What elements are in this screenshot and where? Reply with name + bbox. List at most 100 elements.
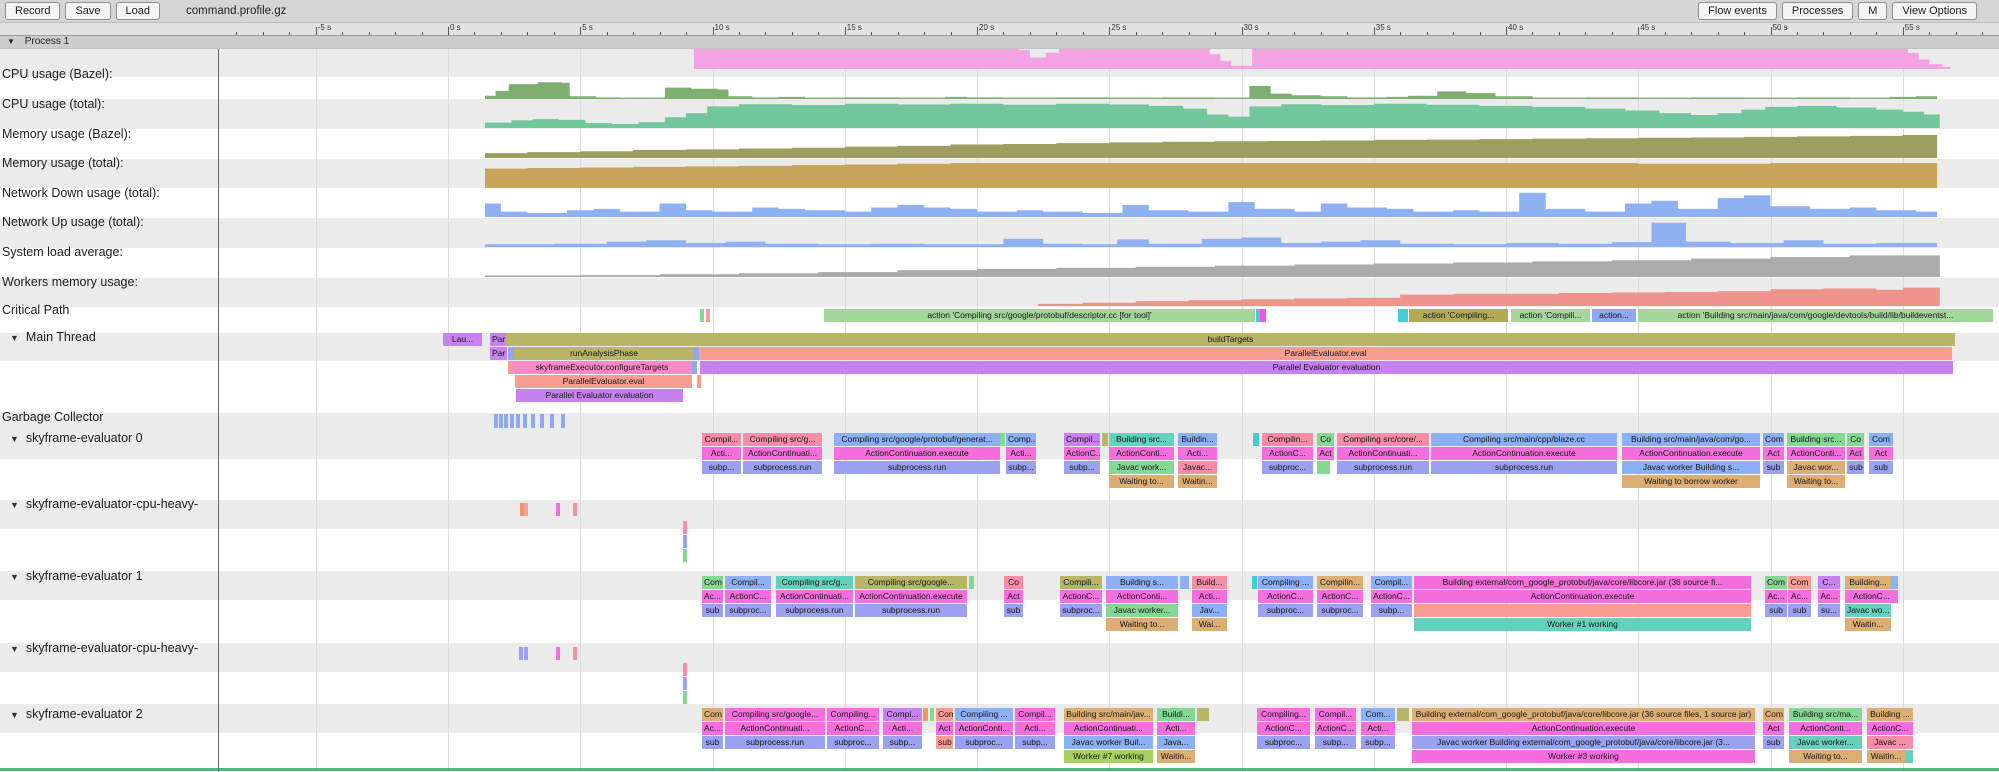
skyframe-evaluator-0-bar[interactable] (1253, 433, 1259, 446)
skyframe-evaluator-2-bar[interactable]: Acti... (1015, 722, 1055, 735)
skyframe-evaluator-1-bar[interactable]: subproc... (1258, 604, 1313, 617)
critical-path-bar[interactable] (706, 309, 710, 322)
skyframe-evaluator-2-bar[interactable]: Worker #7 working (1064, 750, 1153, 763)
skyframe-evaluator-1-bar[interactable]: sub (1004, 604, 1023, 617)
track-label-skyframe-evaluator-cpu-heavy[interactable]: ▼skyframe-evaluator-cpu-heavy- (4, 497, 198, 511)
garbage-collector-bar[interactable] (561, 414, 565, 428)
skyframe-evaluator-0-bar[interactable]: Waiting to... (1787, 475, 1845, 488)
skyframe-evaluator-0-bar[interactable]: Act (1317, 447, 1334, 460)
skyframe-evaluator-1-bar[interactable] (1180, 576, 1189, 589)
skyframe-evaluator-1-bar[interactable]: subprocess.run (855, 604, 967, 617)
skyframe-evaluator-2-bar[interactable]: Javac worker Building external/com_googl… (1412, 736, 1755, 749)
flow-events-button[interactable]: Flow events (1698, 2, 1777, 20)
skyframe-evaluator-cpu-heavy-1-bar[interactable] (524, 503, 528, 516)
load-button[interactable]: Load (116, 2, 160, 20)
skyframe-evaluator-cpu-heavy-1-bar[interactable] (556, 503, 560, 516)
critical-path-bar[interactable] (700, 309, 704, 322)
garbage-collector-bar[interactable] (531, 414, 535, 428)
main-thread-bar[interactable]: ParallelEvaluator.eval (699, 347, 1952, 360)
main-thread-bar[interactable]: runAnalysisPhase (514, 347, 694, 360)
garbage-collector-bar[interactable] (523, 414, 527, 428)
skyframe-evaluator-2-bar[interactable]: Worker #3 working (1412, 750, 1755, 763)
main-thread-bar[interactable]: Lau... (443, 333, 482, 346)
skyframe-evaluator-0-bar[interactable]: sub (1763, 461, 1784, 474)
skyframe-evaluator-0-bar[interactable]: Building src/main/java/com/go... (1622, 433, 1760, 446)
garbage-collector-bar[interactable] (499, 414, 503, 428)
skyframe-evaluator-1-bar[interactable]: sub (1788, 604, 1811, 617)
skyframe-evaluator-2-bar[interactable]: Compiling ... (955, 708, 1013, 721)
skyframe-evaluator-1-bar[interactable]: Compiling src/g... (776, 576, 853, 589)
skyframe-evaluator-2-bar[interactable] (1397, 708, 1409, 721)
skyframe-evaluator-2-bar[interactable]: Acti... (883, 722, 922, 735)
skyframe-evaluator-2-bar[interactable] (923, 708, 928, 721)
skyframe-evaluator-2-bar[interactable]: Compil... (1015, 708, 1055, 721)
skyframe-evaluator-0-bar[interactable]: Javac wor... (1787, 461, 1845, 474)
skyframe-evaluator-2-bar[interactable]: subproc... (827, 736, 879, 749)
critical-path-bar[interactable]: action 'Building src/main/java/com/googl… (1638, 309, 1993, 322)
view-options-button[interactable]: View Options (1892, 2, 1977, 20)
skyframe-evaluator-2-bar[interactable]: Javac ... (1867, 736, 1913, 749)
skyframe-evaluator-cpu-heavy-2-bar[interactable] (573, 647, 577, 660)
garbage-collector-bar[interactable] (504, 414, 508, 428)
skyframe-evaluator-1-bar[interactable]: Compil... (725, 576, 771, 589)
garbage-collector-bar[interactable] (510, 414, 514, 428)
track-label-skyframe-evaluator-cpu-heavy[interactable]: ▼skyframe-evaluator-cpu-heavy- (4, 641, 198, 655)
skyframe-evaluator-2-bar[interactable]: subproc... (1257, 736, 1310, 749)
skyframe-evaluator-1-bar[interactable]: Compiling src/google... (855, 576, 967, 589)
skyframe-evaluator-1-bar[interactable]: Com (1765, 576, 1787, 589)
skyframe-evaluator-0-bar[interactable]: Comp... (1006, 433, 1036, 446)
skyframe-evaluator-1-bar[interactable]: subproc... (725, 604, 771, 617)
skyframe-evaluator-2-bar[interactable] (1905, 750, 1913, 763)
skyframe-evaluator-2-bar[interactable]: subproc... (955, 736, 1013, 749)
skyframe-evaluator-0-bar[interactable]: Waiting to borrow worker (1622, 475, 1760, 488)
skyframe-evaluator-0-bar[interactable]: Building src... (1787, 433, 1845, 446)
skyframe-evaluator-1-bar[interactable]: Act (1004, 590, 1023, 603)
skyframe-evaluator-1-bar[interactable]: subproc... (1060, 604, 1102, 617)
skyframe-evaluator-cpu-heavy-2-bar[interactable] (519, 647, 523, 660)
skyframe-evaluator-0-bar[interactable]: ActionContinuati... (1337, 447, 1429, 460)
critical-path-bar[interactable]: action 'Compili... (1511, 309, 1590, 322)
processes-button[interactable]: Processes (1782, 2, 1853, 20)
garbage-collector-bar[interactable] (494, 414, 498, 428)
skyframe-evaluator-2-bar[interactable]: ActionConti... (955, 722, 1013, 735)
track-label-skyframe-evaluator-2[interactable]: ▼skyframe-evaluator 2 (4, 707, 143, 721)
skyframe-evaluator-0-bar[interactable]: ActionConti... (1787, 447, 1845, 460)
main-thread-bar[interactable]: Par (490, 347, 507, 360)
skyframe-evaluator-cpu-heavy-1-bar[interactable] (683, 521, 687, 534)
skyframe-evaluator-cpu-heavy-2-bar[interactable] (683, 691, 687, 704)
skyframe-evaluator-0-bar[interactable]: subp... (1064, 461, 1100, 474)
skyframe-evaluator-0-bar[interactable]: subp... (702, 461, 741, 474)
main-thread-bar[interactable]: ParallelEvaluator.eval (515, 375, 692, 388)
skyframe-evaluator-0-bar[interactable]: Compil... (1064, 433, 1100, 446)
skyframe-evaluator-1-bar[interactable] (1414, 604, 1751, 617)
skyframe-evaluator-2-bar[interactable]: subp... (1361, 736, 1395, 749)
skyframe-evaluator-1-bar[interactable]: Worker #1 working (1414, 618, 1751, 631)
skyframe-evaluator-0-bar[interactable]: subprocess.run (1337, 461, 1429, 474)
skyframe-evaluator-1-bar[interactable]: subprocess.run (776, 604, 853, 617)
time-ruler[interactable]: -5 s0 s5 s10 s15 s20 s25 s30 s35 s40 s45… (0, 22, 1999, 36)
skyframe-evaluator-2-bar[interactable]: ActionContinuati... (1064, 722, 1153, 735)
skyframe-evaluator-2-bar[interactable]: Act (936, 722, 953, 735)
skyframe-evaluator-0-bar[interactable]: Compiling src/google/protobuf/generat... (834, 433, 1000, 446)
skyframe-evaluator-0-bar[interactable]: subprocess.run (834, 461, 1000, 474)
skyframe-evaluator-1-bar[interactable]: Jav... (1192, 604, 1227, 617)
skyframe-evaluator-1-bar[interactable]: ActionC... (1845, 590, 1898, 603)
skyframe-evaluator-0-bar[interactable]: Compilin... (1262, 433, 1313, 446)
skyframe-evaluator-0-bar[interactable]: Javac... (1178, 461, 1217, 474)
skyframe-evaluator-2-bar[interactable]: Java... (1157, 736, 1195, 749)
skyframe-evaluator-cpu-heavy-2-bar[interactable] (524, 647, 528, 660)
skyframe-evaluator-2-bar[interactable] (1197, 708, 1209, 721)
skyframe-evaluator-0-bar[interactable]: ActionC... (1262, 447, 1313, 460)
skyframe-evaluator-0-bar[interactable]: Buildin... (1178, 433, 1217, 446)
skyframe-evaluator-1-bar[interactable]: Co (1004, 576, 1023, 589)
skyframe-evaluator-0-bar[interactable]: sub (1847, 461, 1864, 474)
skyframe-evaluator-1-bar[interactable]: Ac... (1788, 590, 1811, 603)
skyframe-evaluator-2-bar[interactable]: sub (936, 736, 953, 749)
critical-path-bar[interactable] (1260, 309, 1266, 322)
record-button[interactable]: Record (5, 2, 60, 20)
metrics-button[interactable]: M (1858, 2, 1887, 20)
skyframe-evaluator-2-bar[interactable]: Com (936, 708, 953, 721)
skyframe-evaluator-1-bar[interactable]: su... (1818, 604, 1840, 617)
skyframe-evaluator-2-bar[interactable] (930, 708, 934, 721)
skyframe-evaluator-1-bar[interactable] (1891, 576, 1898, 589)
